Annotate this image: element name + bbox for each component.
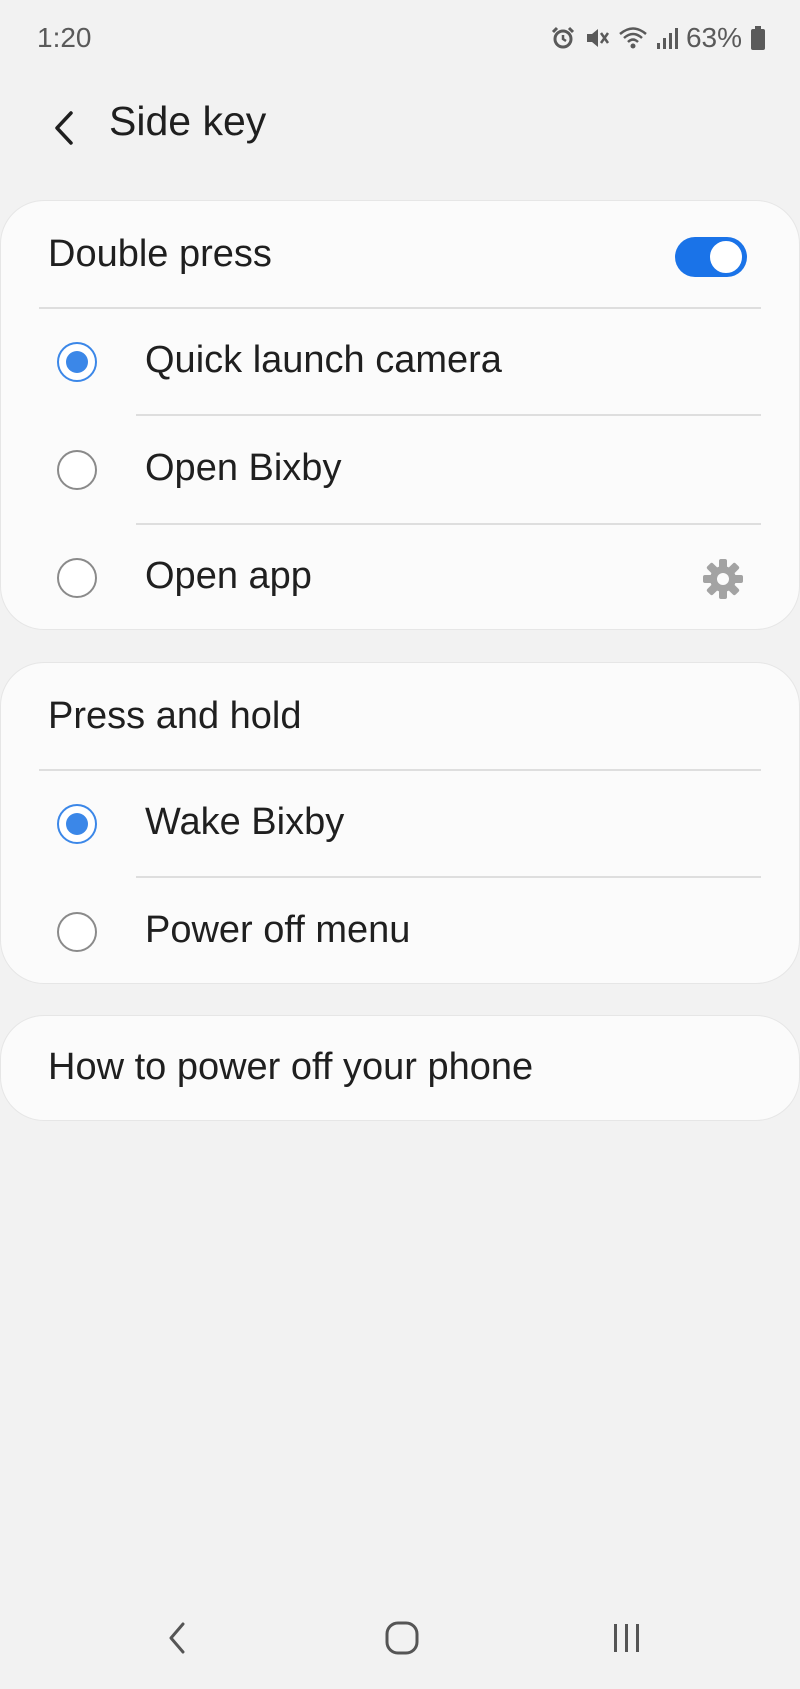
power-off-help-link[interactable]: How to power off your phone	[48, 1046, 533, 1089]
alarm-icon	[550, 25, 576, 51]
double-press-label: Double press	[48, 233, 272, 275]
radio-selected[interactable]	[57, 342, 97, 382]
battery-icon	[750, 25, 766, 51]
press-and-hold-header: Press and hold	[1, 663, 799, 770]
status-bar: 1:20 63%	[0, 0, 800, 80]
recents-nav-button[interactable]	[597, 1608, 657, 1668]
battery-percent: 63%	[685, 22, 742, 53]
home-nav-button[interactable]	[372, 1608, 432, 1668]
option-label: Power off menu	[145, 909, 411, 951]
navigation-bar	[0, 1590, 800, 1689]
option-open-app[interactable]: Open app	[1, 525, 799, 629]
header: Side key	[0, 80, 800, 200]
double-press-toggle[interactable]	[675, 237, 747, 277]
press-and-hold-label: Press and hold	[48, 695, 302, 737]
back-nav-icon	[169, 1622, 185, 1654]
double-press-card: Double press Quick launch camera Open Bi…	[0, 200, 800, 630]
back-nav-button[interactable]	[148, 1608, 208, 1668]
page-title: Side key	[109, 98, 267, 144]
radio-selected[interactable]	[57, 804, 97, 844]
option-quick-launch-camera[interactable]: Quick launch camera	[1, 309, 799, 417]
mute-icon	[584, 25, 610, 51]
chevron-left-icon	[55, 111, 73, 145]
gear-icon[interactable]	[701, 557, 745, 601]
power-off-help-card[interactable]: How to power off your phone	[0, 1015, 800, 1121]
radio-unselected[interactable]	[57, 558, 97, 598]
status-icons: 63%	[550, 22, 766, 54]
divider	[136, 414, 761, 416]
option-label: Open app	[145, 555, 312, 597]
option-wake-bixby[interactable]: Wake Bixby	[1, 771, 799, 879]
home-nav-icon	[385, 1621, 419, 1655]
wifi-icon	[618, 25, 648, 51]
option-label: Quick launch camera	[145, 339, 502, 381]
recents-nav-icon	[614, 1624, 639, 1652]
status-time: 1:20	[37, 22, 92, 53]
press-and-hold-card: Press and hold Wake Bixby Power off menu	[0, 662, 800, 984]
signal-icon	[656, 25, 678, 51]
double-press-header[interactable]: Double press	[1, 201, 799, 308]
toggle-knob	[708, 239, 744, 275]
radio-unselected[interactable]	[57, 912, 97, 952]
option-open-bixby[interactable]: Open Bixby	[1, 417, 799, 525]
option-label: Wake Bixby	[145, 801, 345, 843]
radio-unselected[interactable]	[57, 450, 97, 490]
option-power-off-menu[interactable]: Power off menu	[1, 879, 799, 983]
divider	[136, 876, 761, 878]
back-button[interactable]	[36, 100, 92, 156]
option-label: Open Bixby	[145, 447, 342, 489]
